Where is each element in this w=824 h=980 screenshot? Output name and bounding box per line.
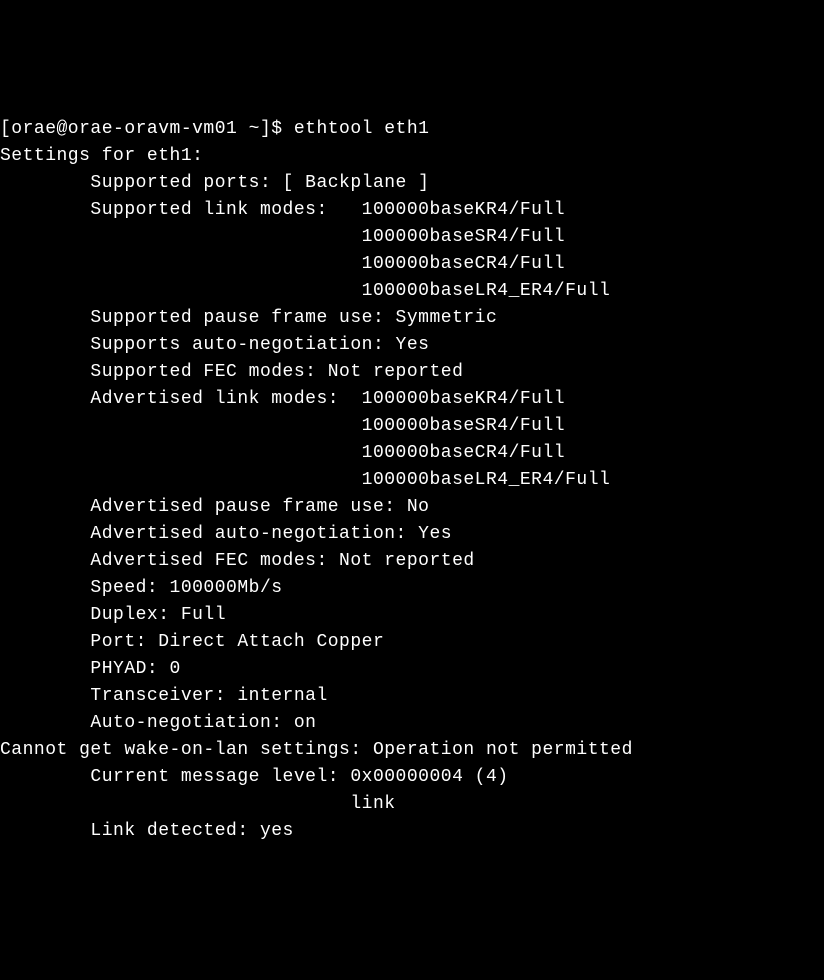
transceiver: Transceiver: internal (0, 683, 824, 710)
advertised-autoneg: Advertised auto-negotiation: Yes (0, 521, 824, 548)
speed: Speed: 100000Mb/s (0, 575, 824, 602)
supports-autoneg: Supports auto-negotiation: Yes (0, 332, 824, 359)
advertised-link-mode-4: 100000baseLR4_ER4/Full (0, 467, 824, 494)
advertised-fec-modes: Advertised FEC modes: Not reported (0, 548, 824, 575)
supported-link-mode-1: Supported link modes: 100000baseKR4/Full (0, 197, 824, 224)
port-type: Port: Direct Attach Copper (0, 629, 824, 656)
duplex: Duplex: Full (0, 602, 824, 629)
settings-header: Settings for eth1: (0, 143, 824, 170)
message-link: link (0, 791, 824, 818)
autoneg-status: Auto-negotiation: on (0, 710, 824, 737)
message-level: Current message level: 0x00000004 (4) (0, 764, 824, 791)
supported-link-mode-4: 100000baseLR4_ER4/Full (0, 278, 824, 305)
advertised-link-mode-3: 100000baseCR4/Full (0, 440, 824, 467)
advertised-link-mode-1: Advertised link modes: 100000baseKR4/Ful… (0, 386, 824, 413)
advertised-link-mode-2: 100000baseSR4/Full (0, 413, 824, 440)
supported-fec-modes: Supported FEC modes: Not reported (0, 359, 824, 386)
advertised-pause-frame: Advertised pause frame use: No (0, 494, 824, 521)
supported-ports: Supported ports: [ Backplane ] (0, 170, 824, 197)
link-detected: Link detected: yes (0, 818, 824, 845)
supported-link-mode-3: 100000baseCR4/Full (0, 251, 824, 278)
terminal-prompt-line: [orae@orae-oravm-vm01 ~]$ ethtool eth1 (0, 116, 824, 143)
phyad: PHYAD: 0 (0, 656, 824, 683)
error-message: Cannot get wake-on-lan settings: Operati… (0, 737, 824, 764)
supported-link-mode-2: 100000baseSR4/Full (0, 224, 824, 251)
supported-pause-frame: Supported pause frame use: Symmetric (0, 305, 824, 332)
